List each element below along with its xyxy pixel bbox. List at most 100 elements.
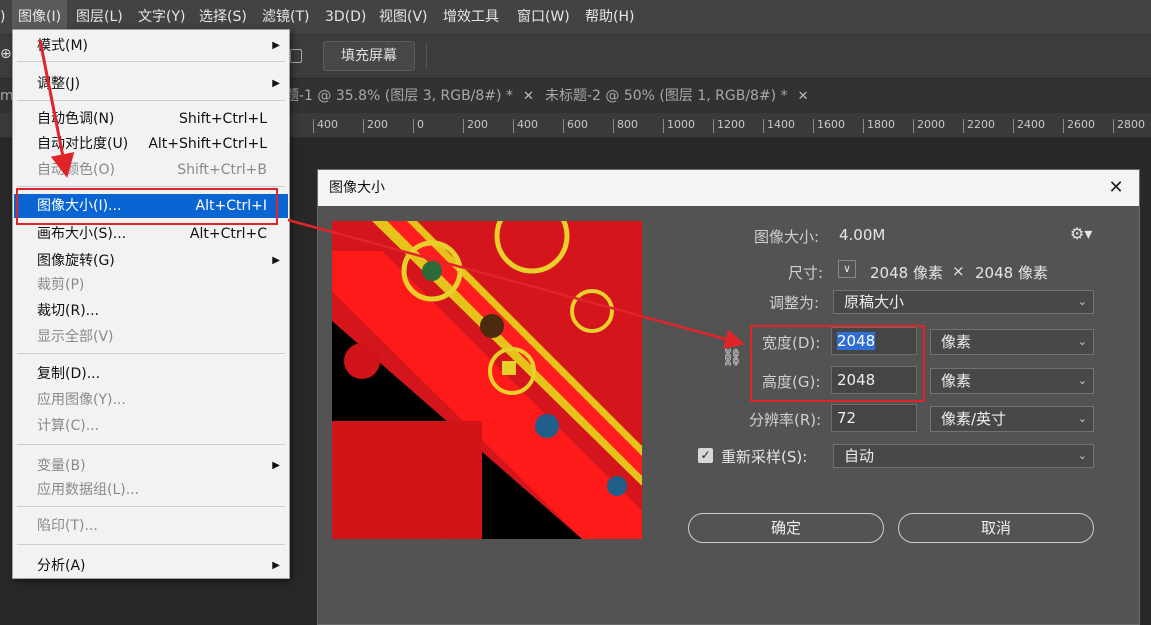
menu-window[interactable]: 窗口(W)	[517, 0, 570, 34]
menu-view[interactable]: 视图(V)	[379, 0, 428, 34]
dialog-title: 图像大小	[329, 180, 385, 196]
options-checkbox[interactable]	[290, 49, 302, 63]
menu-separator	[17, 506, 285, 507]
ok-button[interactable]: 确定	[688, 513, 884, 543]
resolution-unit-select[interactable]: 像素/英寸 ⌄	[930, 406, 1094, 432]
height-unit-select[interactable]: 像素 ⌄	[930, 368, 1094, 394]
close-icon[interactable]: ✕	[1101, 170, 1131, 206]
menu-item-label: 调整(J)	[37, 76, 81, 92]
dimensions-height: 2048 像素	[975, 264, 1048, 282]
menu-item-variables[interactable]: 变量(B) ▶	[14, 454, 288, 478]
menu-item-adjustments[interactable]: 调整(J) ▶	[14, 72, 288, 96]
menu-item-label: 自动对比度(U)	[37, 136, 129, 152]
ruler-tick-label: 400	[313, 119, 338, 133]
menu-item-calculations[interactable]: 计算(C)...	[14, 414, 288, 438]
ruler-tick-label: 2000	[913, 119, 945, 133]
ruler-tick-label: 1600	[813, 119, 845, 133]
resample-checkbox[interactable]: ✓	[698, 448, 713, 463]
menu-item-apply-image[interactable]: 应用图像(Y)...	[14, 388, 288, 412]
dialog-titlebar: 图像大小 ✕	[318, 170, 1139, 206]
menu-separator	[17, 100, 285, 101]
height-unit: 像素	[941, 372, 972, 390]
fill-screen-button[interactable]: 填充屏幕	[323, 41, 415, 71]
menu-item-label: 应用图像(Y)...	[37, 392, 126, 408]
resample-value: 自动	[844, 447, 875, 465]
menu-item-canvas-size[interactable]: 画布大小(S)... Alt+Ctrl+C	[14, 222, 288, 246]
menu-item-image-rotation[interactable]: 图像旋转(G) ▶	[14, 249, 288, 273]
submenu-arrow-icon: ▶	[272, 78, 280, 89]
width-unit-select[interactable]: 像素 ⌄	[930, 329, 1094, 355]
ruler-tick-label: 600	[563, 119, 588, 133]
tab-label: 题-1 @ 35.8% (图层 3, RGB/8#) *	[285, 88, 513, 104]
ruler-tick-label: 200	[463, 119, 488, 133]
menu-item-auto-contrast[interactable]: 自动对比度(U) Alt+Shift+Ctrl+L	[14, 132, 288, 156]
zoom-icon[interactable]: ⊕	[0, 46, 12, 62]
menu-item-mode[interactable]: 模式(M) ▶	[14, 34, 288, 58]
menu-item-crop[interactable]: 裁剪(P)	[14, 273, 288, 297]
resample-label: 重新采样(S):	[721, 448, 808, 466]
ruler-tick-label: 1800	[863, 119, 895, 133]
tab-document-1[interactable]: 题-1 @ 35.8% (图层 3, RGB/8#) * ✕	[285, 79, 534, 113]
tab-close-icon[interactable]: ✕	[798, 89, 809, 104]
menu-item-label: 显示全部(V)	[37, 329, 114, 345]
ruler-tick-label: 1400	[763, 119, 795, 133]
menu-item-label: 自动色调(N)	[37, 111, 115, 127]
gear-icon[interactable]: ⚙▾	[1070, 224, 1092, 243]
ruler-tick-label: 400	[513, 119, 538, 133]
menu-help[interactable]: 帮助(H)	[585, 0, 634, 34]
chevron-down-icon: ⌄	[1077, 412, 1087, 425]
image-preview[interactable]	[332, 221, 642, 539]
menu-item-shortcut: Shift+Ctrl+B	[177, 162, 267, 178]
menu-item-label: 计算(C)...	[37, 418, 100, 434]
ruler-tick-label: 2600	[1063, 119, 1095, 133]
tab-label: 未标题-2 @ 50% (图层 1, RGB/8#) *	[545, 88, 788, 104]
ruler-tick-label: 2400	[1013, 119, 1045, 133]
menu-item-label: 裁剪(P)	[37, 277, 85, 293]
cancel-button[interactable]: 取消	[898, 513, 1094, 543]
annotation-box-dimensions	[750, 325, 925, 402]
tab-document-2[interactable]: 未标题-2 @ 50% (图层 1, RGB/8#) * ✕	[545, 79, 809, 113]
ruler-tick-label: 800	[613, 119, 638, 133]
menu-item-label: 自动颜色(O)	[37, 162, 115, 178]
dimensions-times: ×	[952, 262, 965, 280]
annotation-box-image-size	[16, 188, 278, 225]
ruler-tick-label: 1000	[663, 119, 695, 133]
submenu-arrow-icon: ▶	[272, 460, 280, 471]
menu-3d[interactable]: 3D(D)	[325, 0, 366, 34]
menu-item-apply-data-set[interactable]: 应用数据组(L)...	[14, 478, 288, 502]
menu-item-auto-tone[interactable]: 自动色调(N) Shift+Ctrl+L	[14, 107, 288, 131]
ruler-tick-label: 200	[363, 119, 388, 133]
submenu-arrow-icon: ▶	[272, 40, 280, 51]
chevron-down-icon[interactable]: ∨	[838, 260, 856, 278]
menu-item-auto-color[interactable]: 自动颜色(O) Shift+Ctrl+B	[14, 158, 288, 182]
fit-to-value: 原稿大小	[844, 293, 905, 311]
options-divider	[426, 43, 427, 69]
menu-item-reveal-all[interactable]: 显示全部(V)	[14, 325, 288, 349]
menu-item-trim[interactable]: 裁切(R)...	[14, 299, 288, 323]
width-unit: 像素	[941, 333, 972, 351]
link-icon[interactable]: ⛓	[721, 348, 743, 368]
menu-item-shortcut: Shift+Ctrl+L	[179, 111, 267, 127]
menu-plugins[interactable]: 增效工具	[443, 0, 499, 34]
menu-item-label: 应用数据组(L)...	[37, 482, 140, 498]
menu-item-shortcut: Alt+Shift+Ctrl+L	[148, 136, 267, 152]
menu-item-trap[interactable]: 陷印(T)...	[14, 514, 288, 538]
resolution-input[interactable]: 72	[831, 404, 917, 432]
image-menu-dropdown: 模式(M) ▶ 调整(J) ▶ 自动色调(N) Shift+Ctrl+L 自动对比度(…	[12, 29, 290, 579]
menu-separator	[17, 544, 285, 545]
ruler-tick-label: 2800	[1113, 119, 1145, 133]
tab-close-icon[interactable]: ✕	[523, 89, 534, 104]
menu-item-analysis[interactable]: 分析(A) ▶	[14, 554, 288, 578]
menu-separator	[17, 186, 285, 187]
resample-select[interactable]: 自动 ⌄	[833, 444, 1094, 468]
fit-to-select[interactable]: 原稿大小 ⌄	[833, 290, 1094, 314]
image-size-dialog: 图像大小 ✕ 图像大小: 4.00M ⚙▾ 尺寸: ∨ 2048 像素 × 20…	[317, 169, 1140, 625]
menu-item-label: 裁切(R)...	[37, 303, 100, 319]
menu-separator	[17, 444, 285, 445]
dimensions-width: 2048 像素	[870, 264, 943, 282]
menu-item-label: 画布大小(S)...	[37, 226, 127, 242]
preview-artwork	[332, 221, 642, 539]
menu-item-duplicate[interactable]: 复制(D)...	[14, 362, 288, 386]
dimensions-label: 尺寸:	[788, 264, 824, 282]
menu-bar-item-partial[interactable]: )	[0, 0, 5, 34]
